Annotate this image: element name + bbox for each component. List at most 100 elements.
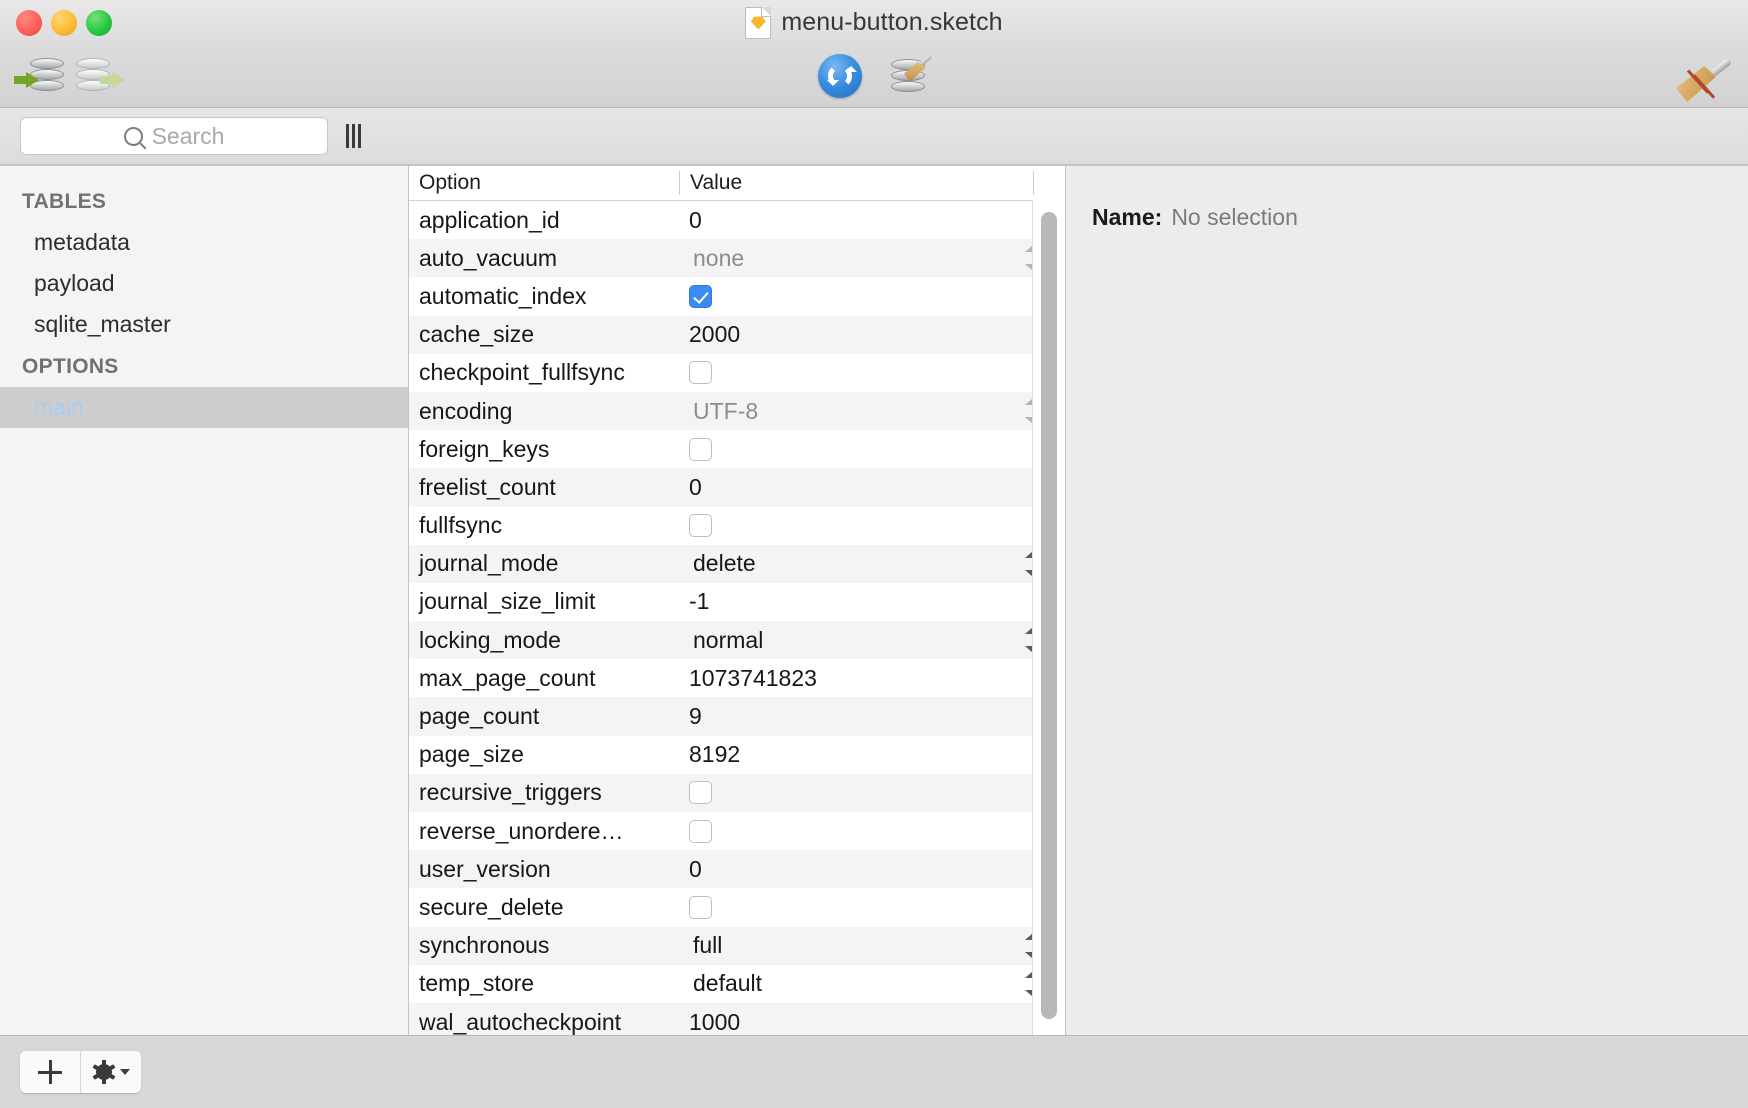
cell-value-popup[interactable]: default [679,965,1065,1003]
table-row[interactable]: checkpoint_fullfsync [409,353,1065,392]
table-row[interactable]: recursive_triggers [409,773,1065,812]
table-row[interactable]: journal_mode delete [409,544,1065,583]
table-row[interactable]: reverse_unordere… [409,812,1065,851]
minimize-window-button[interactable] [51,9,77,36]
sidebar-item-payload[interactable]: payload [0,263,408,304]
cell-value-checkbox[interactable] [679,812,1065,850]
cell-value-text[interactable]: 0 [679,850,1065,888]
cell-value-popup[interactable]: none [679,239,1065,277]
inspector-panel: Name: No selection [1066,166,1748,1035]
column-header-value[interactable]: Value [679,171,1033,195]
search-input[interactable]: Search [20,117,328,155]
cell-option-name: cache_size [419,321,535,348]
sidebar-item-sqlite-master[interactable]: sqlite_master [0,304,408,345]
cell-value-checkbox[interactable] [679,507,1065,545]
actions-menu-button[interactable] [80,1051,141,1093]
checkbox-unchecked[interactable] [689,895,712,919]
cell-option-name: page_size [419,741,524,768]
table-vertical-scrollbar[interactable] [1041,212,1057,1019]
add-button[interactable] [20,1051,80,1093]
table-row[interactable]: wal_autocheckpoint 1000 [409,1002,1065,1035]
cell-value-text[interactable]: 0 [679,201,1065,239]
inspector-name-label: Name: [1092,204,1163,230]
popup-selected-value: full [693,932,723,959]
cell-option-name: application_id [419,206,560,233]
cell-option-name: checkpoint_fullfsync [419,359,625,386]
table-row[interactable]: application_id 0 [409,201,1065,240]
clean-button[interactable] [1676,55,1733,103]
sidebar-item-metadata[interactable]: metadata [0,222,408,263]
cell-value-text[interactable]: 0 [679,468,1065,506]
cell-option-name: user_version [419,855,551,882]
inspector-name-value: No selection [1171,204,1298,230]
sidebar-resize-grip[interactable] [346,124,361,148]
table-row[interactable]: page_size 8192 [409,735,1065,774]
table-row[interactable]: freelist_count 0 [409,468,1065,507]
cell-option-name: foreign_keys [419,435,550,462]
cell-value-text[interactable]: 1073741823 [679,659,1065,697]
popup-selected-value: normal [693,626,764,653]
cell-option-name: fullfsync [419,512,503,539]
cell-value-text[interactable]: -1 [679,583,1065,621]
cell-option-name: locking_mode [419,626,561,653]
search-placeholder: Search [151,122,225,149]
table-row[interactable]: temp_store default [409,964,1065,1003]
cell-option-name: wal_autocheckpoint [419,1008,622,1035]
table-row[interactable]: automatic_index [409,277,1065,316]
table-row[interactable]: journal_size_limit -1 [409,582,1065,622]
actions-menu-content [92,1060,130,1084]
search-icon [123,126,143,146]
main-content: TABLES metadata payload sqlite_master OP… [0,165,1748,1035]
table-row[interactable]: user_version 0 [409,850,1065,889]
gear-icon [92,1060,115,1084]
column-header-spacer [1033,171,1065,195]
cell-value-checkbox[interactable] [679,774,1065,812]
sidebar: TABLES metadata payload sqlite_master OP… [0,166,409,1035]
inspector-name-row: Name: No selection [1092,204,1748,231]
table-row[interactable]: cache_size 2000 [409,315,1065,354]
cell-option-name: automatic_index [419,282,587,309]
cell-value-checkbox[interactable] [679,888,1065,926]
table-row[interactable]: auto_vacuum none [409,239,1065,278]
cell-value-checkbox[interactable] [679,354,1065,392]
checkbox-unchecked[interactable] [689,781,712,805]
checkbox-checked[interactable] [689,284,712,308]
close-window-button[interactable] [16,9,42,36]
cell-value-text[interactable]: 2000 [679,316,1065,354]
plus-icon [38,1060,62,1084]
window-title-group: menu-button.sketch [0,0,1748,45]
cell-value-text[interactable]: 8192 [679,736,1065,774]
cell-option-name: secure_delete [419,893,564,920]
sidebar-item-main[interactable]: main [0,387,408,428]
table-row[interactable]: locking_mode normal [409,621,1065,660]
zoom-window-button[interactable] [86,9,112,36]
cell-value-text[interactable]: 9 [679,697,1065,735]
cell-value-popup[interactable]: UTF-8 [679,392,1065,430]
refresh-button[interactable] [816,54,864,98]
table-row[interactable]: foreign_keys [409,430,1065,469]
vacuum-database-button[interactable] [884,54,933,98]
search-field-wrapper: Search [20,117,328,155]
bottom-segmented-control [20,1051,141,1093]
cell-value-checkbox[interactable] [679,430,1065,468]
checkbox-unchecked[interactable] [689,514,712,538]
table-row[interactable]: fullfsync [409,506,1065,545]
cell-value-popup[interactable]: normal [679,621,1065,659]
table-row[interactable]: encoding UTF-8 [409,391,1065,431]
table-row[interactable]: secure_delete [409,888,1065,927]
sidebar-section-tables: TABLES metadata payload sqlite_master [0,180,408,345]
column-header-option[interactable]: Option [409,171,679,195]
cell-option-name: journal_mode [419,550,559,577]
checkbox-unchecked[interactable] [689,361,712,385]
table-row[interactable]: max_page_count 1073741823 [409,659,1065,698]
cell-option-name: max_page_count [419,664,596,691]
cell-value-checkbox[interactable] [679,277,1065,315]
cell-value-popup[interactable]: delete [679,545,1065,583]
broom-icon [1676,55,1733,103]
cell-value-text[interactable]: 1000 [679,1003,1065,1035]
table-row[interactable]: synchronous full [409,926,1065,965]
cell-value-popup[interactable]: full [679,927,1065,965]
table-row[interactable]: page_count 9 [409,697,1065,736]
checkbox-unchecked[interactable] [689,819,712,843]
checkbox-unchecked[interactable] [689,437,712,461]
